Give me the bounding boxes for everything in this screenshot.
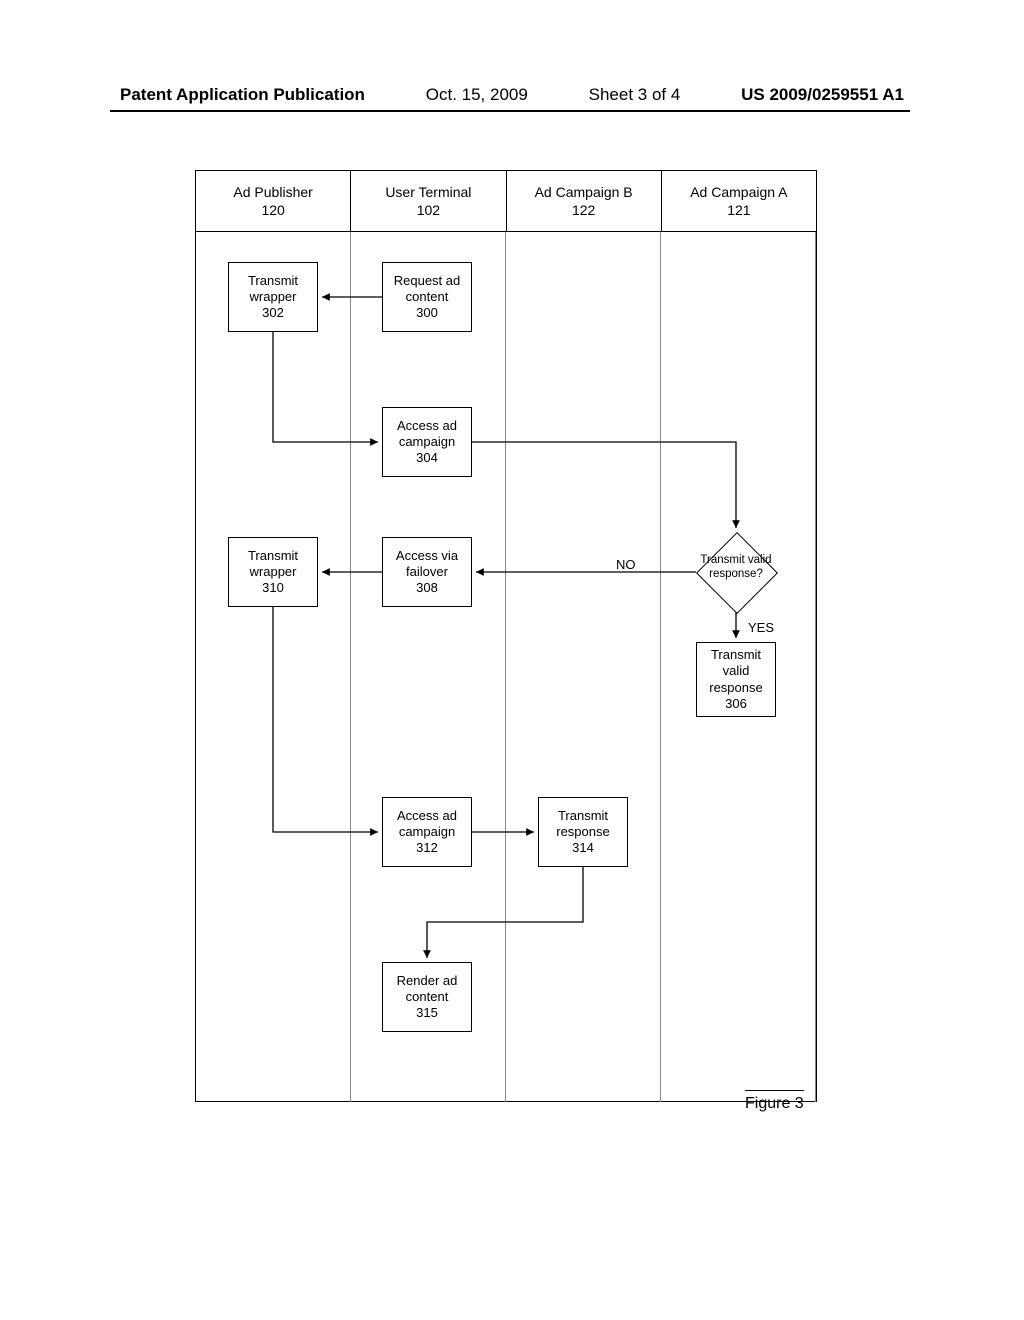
box-308-access-via-failover: Access via failover 308 [382, 537, 472, 607]
lane-header-ad-campaign-b: Ad Campaign B 122 [507, 171, 662, 231]
box-text: Transmit wrapper [233, 273, 313, 306]
lane-title: User Terminal [385, 184, 471, 200]
decision-no-label: NO [616, 557, 636, 572]
figure-label: Figure 3 [745, 1090, 804, 1113]
document-number: US 2009/0259551 A1 [741, 85, 904, 105]
sheet-number: Sheet 3 of 4 [589, 85, 681, 105]
publication-label: Patent Application Publication [120, 85, 365, 105]
box-ref-num: 315 [387, 1005, 467, 1021]
box-315-render-ad-content: Render ad content 315 [382, 962, 472, 1032]
box-text: Transmit response [543, 808, 623, 841]
lane-title: Ad Campaign A [690, 184, 787, 200]
lane-ref-num: 121 [727, 202, 750, 218]
lane-ref-num: 122 [572, 202, 595, 218]
box-312-access-ad-campaign: Access ad campaign 312 [382, 797, 472, 867]
lane-header-ad-campaign-a: Ad Campaign A 121 [662, 171, 816, 231]
box-300-request-ad-content: Request ad content 300 [382, 262, 472, 332]
box-ref-num: 312 [387, 840, 467, 856]
decision-yes-label: YES [748, 620, 774, 635]
swimlane-diagram: Ad Publisher 120 User Terminal 102 Ad Ca… [195, 170, 817, 1102]
box-310-transmit-wrapper: Transmit wrapper 310 [228, 537, 318, 607]
box-ref-num: 300 [387, 305, 467, 321]
lane-title: Ad Publisher [233, 184, 312, 200]
box-ref-num: 314 [543, 840, 623, 856]
header-rule [110, 110, 910, 112]
box-text: Transmit wrapper [233, 548, 313, 581]
lanes-body: Request ad content 300 Transmit wrapper … [196, 232, 816, 1102]
decision-transmit-valid-response: Transmit valid response? [696, 532, 776, 612]
box-302-transmit-wrapper: Transmit wrapper 302 [228, 262, 318, 332]
box-304-access-ad-campaign: Access ad campaign 304 [382, 407, 472, 477]
lane-ad-campaign-b [506, 232, 661, 1102]
box-314-transmit-response: Transmit response 314 [538, 797, 628, 867]
lane-header-ad-publisher: Ad Publisher 120 [196, 171, 351, 231]
lane-ref-num: 102 [417, 202, 440, 218]
box-306-transmit-valid-response: Transmit valid response 306 [696, 642, 776, 717]
page-header: Patent Application Publication Oct. 15, … [0, 85, 1024, 105]
box-text: Access via failover [387, 548, 467, 581]
lane-title: Ad Campaign B [535, 184, 633, 200]
box-text: Request ad content [387, 273, 467, 306]
box-ref-num: 306 [701, 696, 771, 712]
box-text: Access ad campaign [387, 808, 467, 841]
lane-header-user-terminal: User Terminal 102 [351, 171, 506, 231]
box-ref-num: 302 [233, 305, 313, 321]
box-text: Access ad campaign [387, 418, 467, 451]
box-ref-num: 310 [233, 580, 313, 596]
publication-date: Oct. 15, 2009 [426, 85, 528, 105]
lane-ad-publisher [196, 232, 351, 1102]
box-text: Render ad content [387, 973, 467, 1006]
lane-ref-num: 120 [261, 202, 284, 218]
box-ref-num: 304 [387, 450, 467, 466]
decision-text: Transmit valid response? [696, 554, 776, 582]
swimlane-headers: Ad Publisher 120 User Terminal 102 Ad Ca… [196, 171, 816, 232]
box-ref-num: 308 [387, 580, 467, 596]
box-text: Transmit valid response [701, 647, 771, 696]
